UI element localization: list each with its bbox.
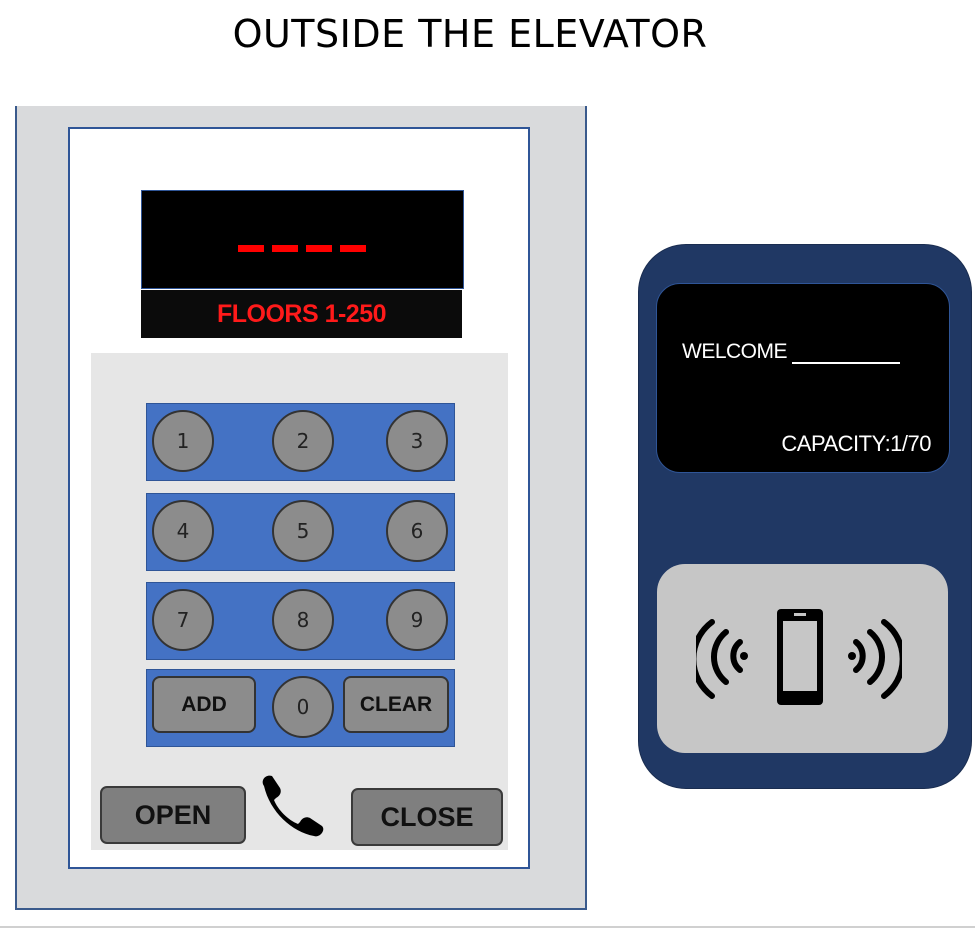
keypad-row-3: 7 8 9 [146, 582, 455, 660]
phone-icon[interactable] [256, 772, 340, 842]
clear-button[interactable]: CLEAR [343, 676, 449, 733]
close-door-button[interactable]: CLOSE [351, 788, 503, 846]
key-3[interactable]: 3 [386, 410, 448, 472]
display-dash [272, 245, 298, 252]
welcome-label: WELCOME [682, 340, 788, 363]
display-dash [306, 245, 332, 252]
key-5[interactable]: 5 [272, 500, 334, 562]
key-4[interactable]: 4 [152, 500, 214, 562]
nfc-phone-icon [696, 609, 902, 705]
keypad-row-1: 1 2 3 [146, 403, 455, 481]
bottom-divider [0, 926, 975, 928]
floor-display [141, 190, 464, 289]
key-0[interactable]: 0 [272, 676, 334, 738]
open-door-button[interactable]: OPEN [100, 786, 246, 844]
key-9[interactable]: 9 [386, 589, 448, 651]
keypad-row-4: ADD 0 CLEAR [146, 669, 455, 747]
key-1[interactable]: 1 [152, 410, 214, 472]
keypad-row-2: 4 5 6 [146, 493, 455, 571]
key-6[interactable]: 6 [386, 500, 448, 562]
display-dash [340, 245, 366, 252]
key-8[interactable]: 8 [272, 589, 334, 651]
add-button[interactable]: ADD [152, 676, 256, 733]
floors-range-label: FLOORS 1-250 [141, 290, 462, 338]
key-2[interactable]: 2 [272, 410, 334, 472]
page-title: OUTSIDE THE ELEVATOR [232, 12, 708, 56]
capacity-label: CAPACITY:1/70 [781, 431, 931, 456]
name-blank-line [792, 362, 900, 364]
display-dash [238, 245, 264, 252]
key-7[interactable]: 7 [152, 589, 214, 651]
